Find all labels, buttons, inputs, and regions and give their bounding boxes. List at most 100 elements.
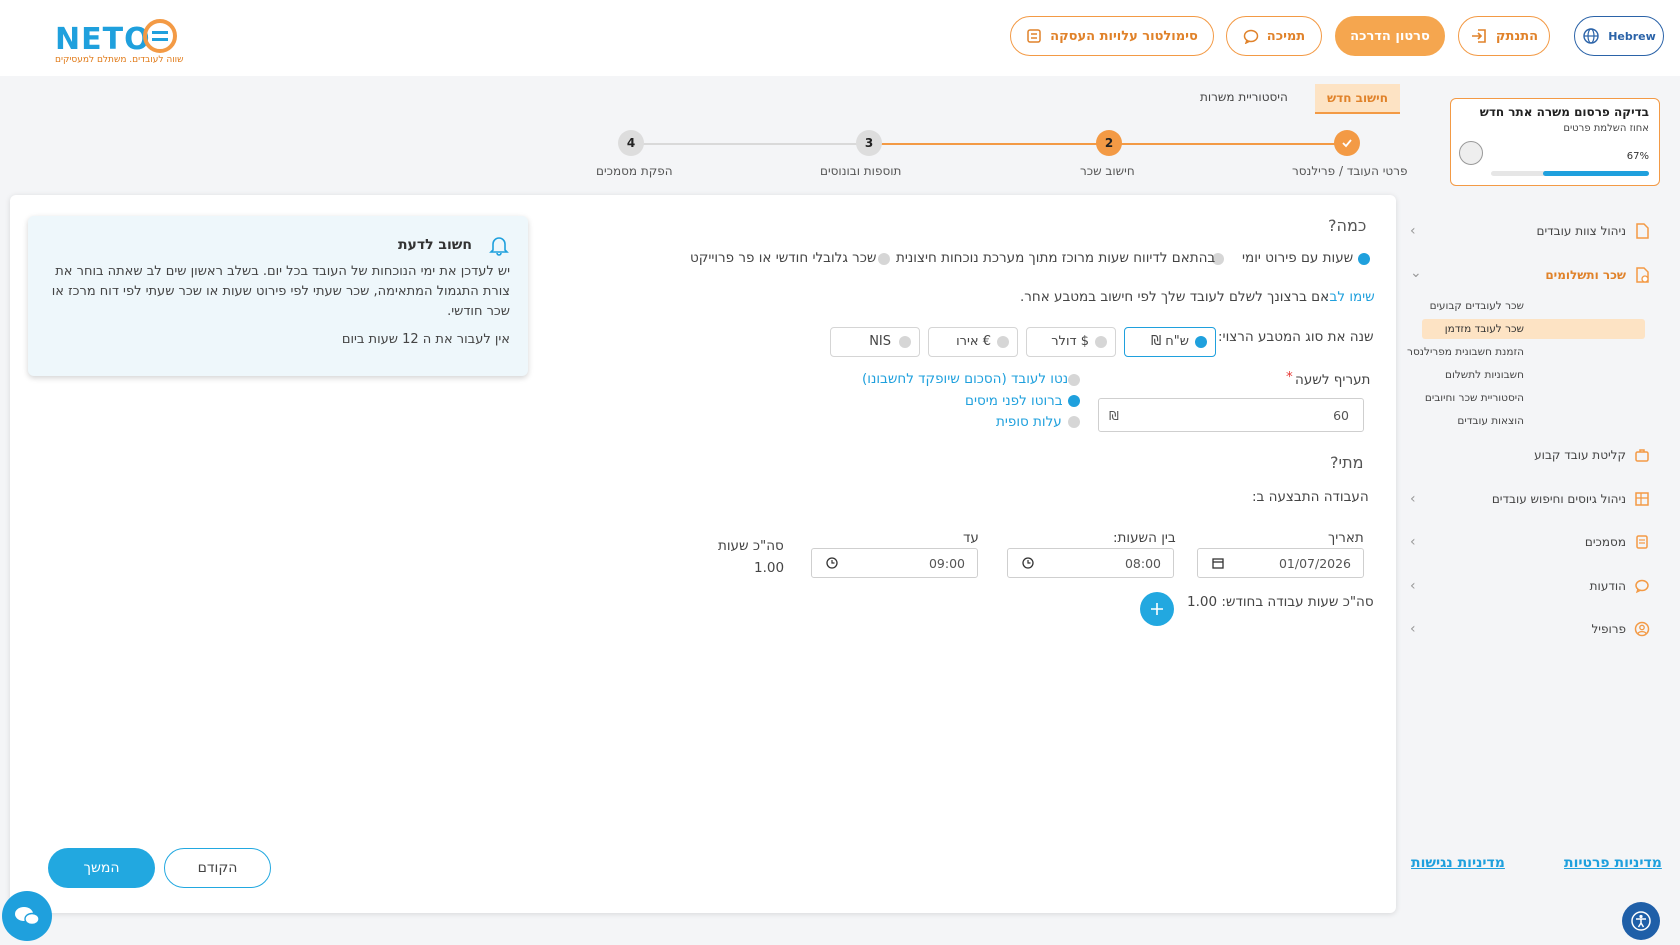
add-row-button[interactable] xyxy=(1140,592,1174,626)
chat-icon xyxy=(1634,578,1650,594)
simulator-label: סימולטור עלויות העסקה xyxy=(1050,28,1198,44)
support-label: תמיכה xyxy=(1266,28,1306,44)
logout-label: התנתק xyxy=(1495,28,1539,44)
profile-progress-track xyxy=(1491,171,1649,176)
sidebar-subitem-freelancer-invoice[interactable]: הזמנת חשבונית מפרילנסר xyxy=(1407,346,1524,358)
chat-bubble-icon xyxy=(1243,28,1259,44)
tutorial-label: סרטון הדרכה xyxy=(1350,28,1430,44)
support-button[interactable]: תמיכה xyxy=(1226,16,1322,56)
tutorial-video-button[interactable]: סרטון הדרכה xyxy=(1335,16,1445,56)
briefcase-icon xyxy=(1634,447,1650,463)
sidebar-item-team[interactable]: ניהול צוות עובדים xyxy=(1536,219,1650,243)
live-chat-button[interactable] xyxy=(2,891,52,941)
profile-card-subtitle: אחוז השלמת פרטים xyxy=(1563,123,1649,134)
pay-option-daily-radio[interactable] xyxy=(1358,253,1370,265)
cost-simulator-button[interactable]: סימולטור עלויות העסקה xyxy=(1010,16,1214,56)
profile-completion-card[interactable]: בדיקה פרסום משרה אתר חדש אחוז השלמת פרטי… xyxy=(1450,98,1660,186)
sidebar-item-label: שכר ותשלומים xyxy=(1545,268,1626,282)
chevron-down-icon[interactable]: ⌄ xyxy=(1410,265,1422,281)
sidebar-item-label: מסמכים xyxy=(1584,535,1626,549)
rate-type-final-radio[interactable] xyxy=(1068,416,1080,428)
sidebar-subitem-expenses[interactable]: הוצאות עובדים xyxy=(1457,415,1524,427)
sidebar-item-label: ניהול גיוסים וחיפוש עובדים xyxy=(1491,492,1626,506)
step-3[interactable]: 3 xyxy=(856,130,882,156)
documents-icon xyxy=(1634,534,1650,550)
sidebar-item-onboarding[interactable]: קליטת עובד קבוע xyxy=(1534,443,1650,467)
sidebar-item-payroll[interactable]: שכר ותשלומים xyxy=(1545,263,1650,287)
tab-new-calculation[interactable]: חישוב חדש xyxy=(1315,84,1400,114)
date-label: תאריך xyxy=(1328,530,1364,546)
between-hours-label: בין השעות: xyxy=(1113,530,1176,546)
rate-type-net-label[interactable]: נטו לעובד (הסכום שיופקד לחשבונו) xyxy=(862,371,1068,387)
logout-button[interactable]: התנתק xyxy=(1458,16,1550,56)
pay-option-daily-label[interactable]: שעות עם פירוט יומי xyxy=(1242,250,1353,266)
pay-option-global-radio[interactable] xyxy=(878,253,890,265)
currency-option-ils[interactable]: ש"ח ₪ xyxy=(1124,327,1216,357)
sidebar-item-profile[interactable]: פרופיל xyxy=(1591,617,1650,641)
from-time-value: 08:00 xyxy=(1124,556,1161,571)
clock-icon[interactable] xyxy=(826,557,838,569)
sidebar-subitem-casual[interactable]: שכר לעובד מזדמן xyxy=(1445,323,1524,335)
currency-option-nis[interactable]: NIS xyxy=(830,327,920,357)
logo-text: NETO xyxy=(55,22,151,57)
globe-icon xyxy=(1582,27,1600,45)
calendar-icon[interactable] xyxy=(1212,557,1224,569)
previous-button[interactable]: הקודם xyxy=(164,848,271,888)
note-text: אם ברצונך לשלם לעובד שלך לפי חישוב במטבע… xyxy=(1020,289,1330,305)
required-asterisk: * xyxy=(1286,369,1293,385)
info-box-body: יש לעדכן את ימי הנוכחות של העובד בכל יום… xyxy=(51,264,510,319)
language-label: Hebrew xyxy=(1608,29,1656,43)
pay-option-report-label[interactable]: בהתאם לדיווח שעות מרוכז מתוך מערכת נוכחו… xyxy=(896,250,1215,266)
clock-icon[interactable] xyxy=(1022,557,1034,569)
accessibility-button[interactable] xyxy=(1622,902,1660,940)
currency-radio xyxy=(1095,336,1107,348)
continue-button[interactable]: המשך xyxy=(48,848,155,888)
from-time-input[interactable]: 08:00 xyxy=(1007,548,1174,578)
step-1-label: פרטי העובד / פרילנסר xyxy=(1292,164,1408,178)
chevron-left-icon[interactable]: ‹ xyxy=(1410,223,1416,239)
chat-bubbles-icon xyxy=(13,904,41,928)
hourly-rate-input[interactable]: 60 ₪ xyxy=(1098,398,1364,432)
step-1-done[interactable] xyxy=(1334,130,1360,156)
date-input[interactable]: 01/07/2026 xyxy=(1197,548,1364,578)
simulator-icon xyxy=(1026,28,1042,44)
date-value: 01/07/2026 xyxy=(1278,556,1351,571)
step-4[interactable]: 4 xyxy=(618,130,644,156)
top-header: NETO שווה לעובדים. משתלם למעסיקים סימולט… xyxy=(0,0,1680,76)
chevron-left-icon[interactable]: ‹ xyxy=(1410,491,1416,507)
sidebar-item-label: פרופיל xyxy=(1591,622,1626,636)
sidebar-item-messages[interactable]: הודעות xyxy=(1590,574,1650,598)
sidebar-subitem-history[interactable]: היסטוריית שכר וחיובים xyxy=(1425,392,1524,404)
sidebar-item-label: הודעות xyxy=(1589,579,1626,593)
profile-percent-text: 67% xyxy=(1626,151,1649,162)
accessibility-policy-link[interactable]: מדיניות נגישות xyxy=(1411,855,1505,871)
sidebar-subitem-invoices-to-pay[interactable]: חשבוניות לתשלום xyxy=(1445,369,1524,381)
language-selector[interactable]: Hebrew xyxy=(1574,16,1664,56)
avatar xyxy=(1459,141,1483,165)
rate-type-net-radio[interactable] xyxy=(1068,374,1080,386)
logout-icon xyxy=(1470,27,1488,45)
accessibility-icon xyxy=(1630,910,1652,932)
to-time-value: 09:00 xyxy=(928,556,965,571)
sidebar-subitem-permanent[interactable]: שכר לעובדים קבועים xyxy=(1430,300,1524,312)
sidebar-item-recruitment[interactable]: ניהול גיוסים וחיפוש עובדים xyxy=(1492,487,1650,511)
rate-type-gross-radio[interactable] xyxy=(1068,395,1080,407)
work-done-label: העבודה התבצעה ב: xyxy=(1252,489,1369,505)
rate-type-gross-label[interactable]: ברוטו לפני מיסים xyxy=(965,393,1063,409)
currency-option-usd[interactable]: $ דולר xyxy=(1026,327,1116,357)
total-hours-label: סה"כ שעות xyxy=(718,538,784,554)
sidebar-item-documents[interactable]: מסמכים xyxy=(1585,530,1650,554)
pay-option-global-label[interactable]: שכר גלובלי חודשי או פר פרוייקט xyxy=(690,250,877,266)
currency-option-eur[interactable]: € אירו xyxy=(928,327,1018,357)
hourly-rate-label: תעריף לשעה xyxy=(1295,372,1371,388)
step-2-current[interactable]: 2 xyxy=(1096,130,1122,156)
bell-icon xyxy=(488,234,510,256)
how-much-title: כמה? xyxy=(1328,216,1367,235)
privacy-policy-link[interactable]: מדיניות פרטיות xyxy=(1564,855,1662,871)
to-time-input[interactable]: 09:00 xyxy=(811,548,978,578)
chevron-left-icon[interactable]: ‹ xyxy=(1410,621,1416,637)
chevron-left-icon[interactable]: ‹ xyxy=(1410,578,1416,594)
tab-job-history[interactable]: היסטוריית משרות xyxy=(1200,90,1288,104)
rate-type-final-label[interactable]: עלות סופית xyxy=(996,414,1062,430)
chevron-left-icon[interactable]: ‹ xyxy=(1410,534,1416,550)
